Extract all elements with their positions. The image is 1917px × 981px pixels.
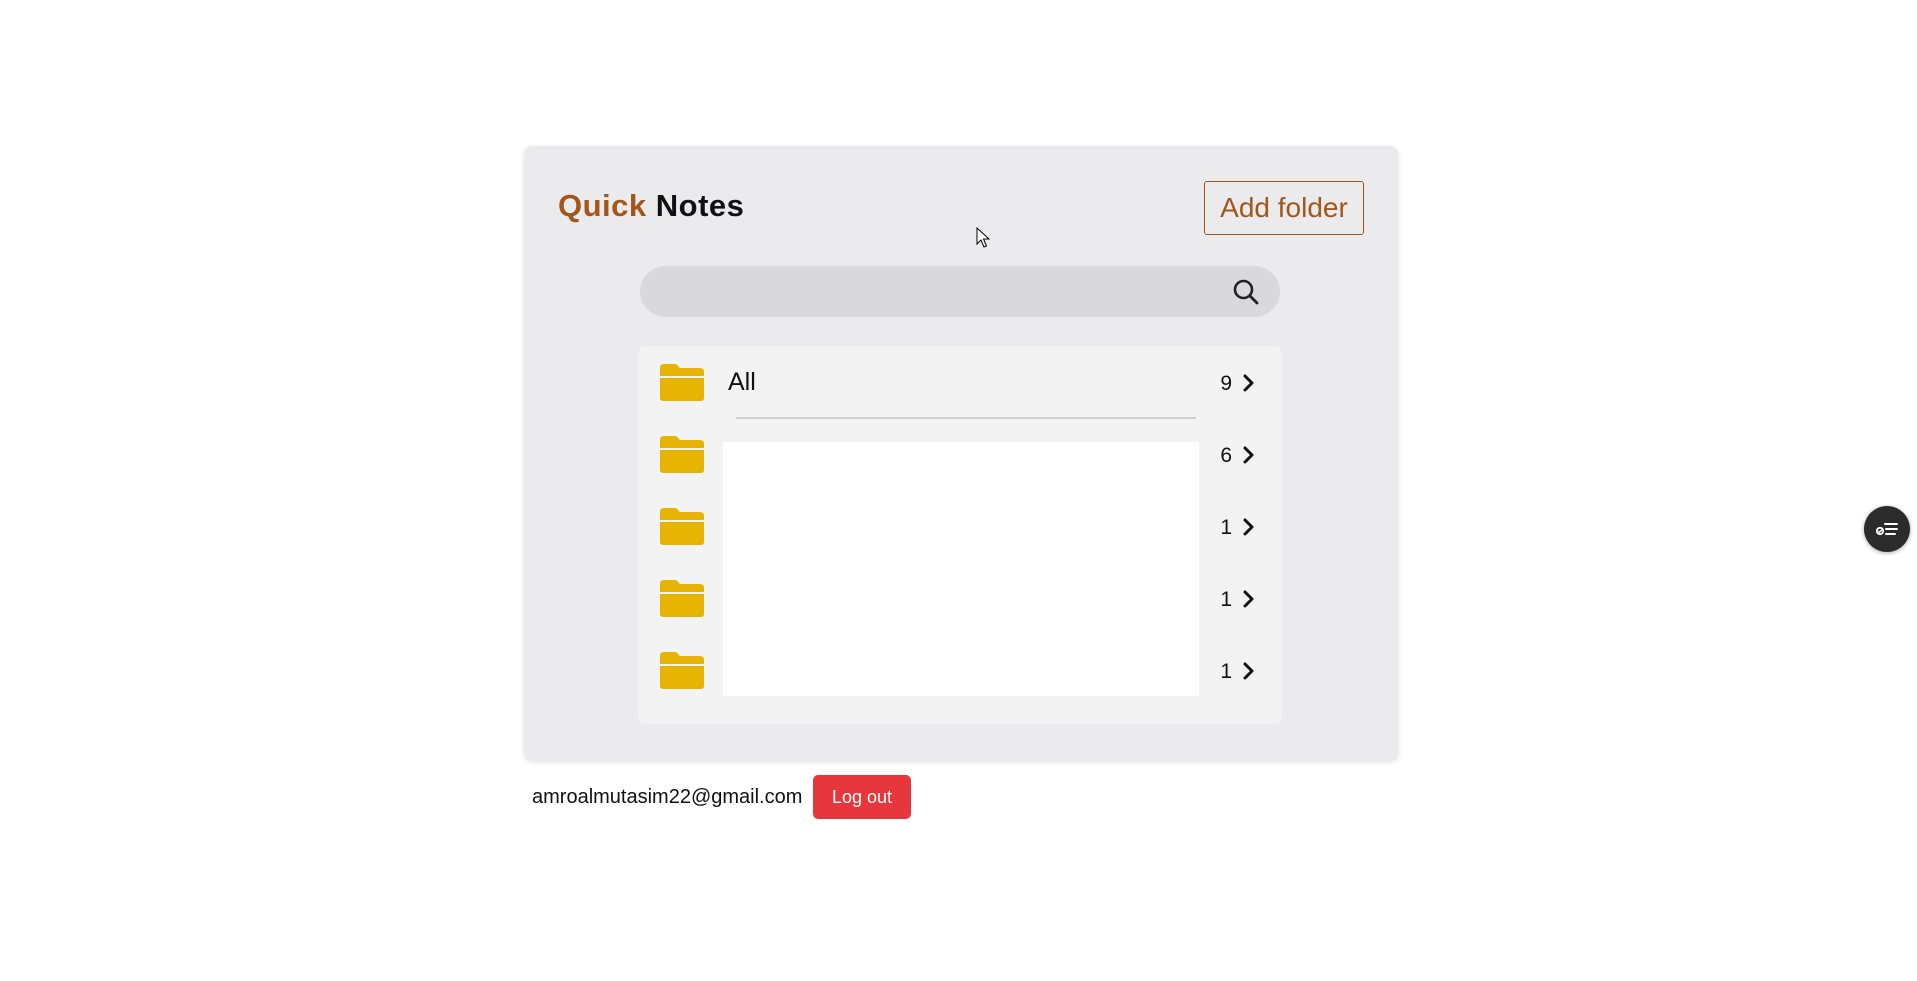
folder-icon bbox=[660, 652, 704, 689]
chevron-right-icon bbox=[1243, 374, 1254, 392]
app-title: Quick Notes bbox=[558, 188, 744, 224]
folder-icon bbox=[660, 364, 704, 401]
folder-row-all[interactable]: All 9 bbox=[638, 346, 1282, 419]
folder-icon bbox=[660, 580, 704, 617]
notes-card: Quick Notes Add folder All 9 6 1 1 1 bbox=[524, 146, 1398, 760]
add-folder-button[interactable]: Add folder bbox=[1204, 181, 1364, 235]
search-bar bbox=[640, 266, 1280, 319]
chevron-right-icon bbox=[1243, 662, 1254, 680]
folder-count: 9 bbox=[1220, 372, 1232, 395]
floating-task-button[interactable] bbox=[1864, 506, 1910, 552]
folder-icon bbox=[660, 436, 704, 473]
folder-count: 1 bbox=[1220, 660, 1232, 683]
user-email: amroalmutasim22@gmail.com bbox=[532, 786, 803, 808]
folder-list: All 9 6 1 1 1 bbox=[638, 346, 1282, 724]
app-title-quick: Quick bbox=[558, 188, 647, 223]
task-list-icon bbox=[1875, 523, 1898, 536]
app-title-notes: Notes bbox=[655, 188, 745, 223]
folder-count: 1 bbox=[1220, 516, 1232, 539]
folder-count: 6 bbox=[1220, 444, 1232, 467]
folder-icon bbox=[660, 508, 704, 545]
chevron-right-icon bbox=[1243, 446, 1254, 464]
search-input[interactable] bbox=[660, 266, 1224, 319]
mouse-cursor-icon bbox=[976, 227, 990, 248]
search-icon[interactable] bbox=[1232, 278, 1260, 306]
chevron-right-icon bbox=[1243, 518, 1254, 536]
folder-count: 1 bbox=[1220, 588, 1232, 611]
logout-button[interactable]: Log out bbox=[813, 775, 911, 819]
blank-panel bbox=[723, 442, 1199, 696]
chevron-right-icon bbox=[1243, 590, 1254, 608]
folder-name: All bbox=[728, 368, 756, 396]
